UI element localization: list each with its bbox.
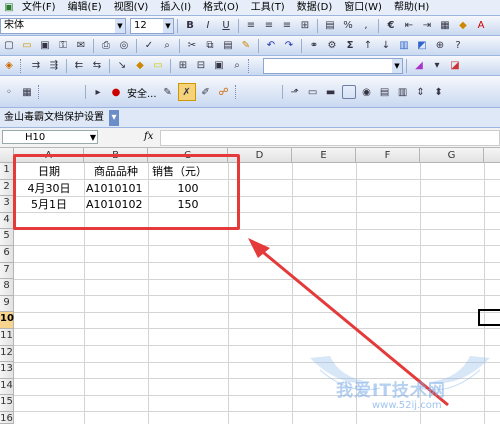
watermark: 我爱IT技术网 www.52ij.com xyxy=(300,348,500,424)
watermark-url: www.52ij.com xyxy=(372,400,442,411)
watermark-title: 我爱IT技术网 xyxy=(336,381,446,401)
